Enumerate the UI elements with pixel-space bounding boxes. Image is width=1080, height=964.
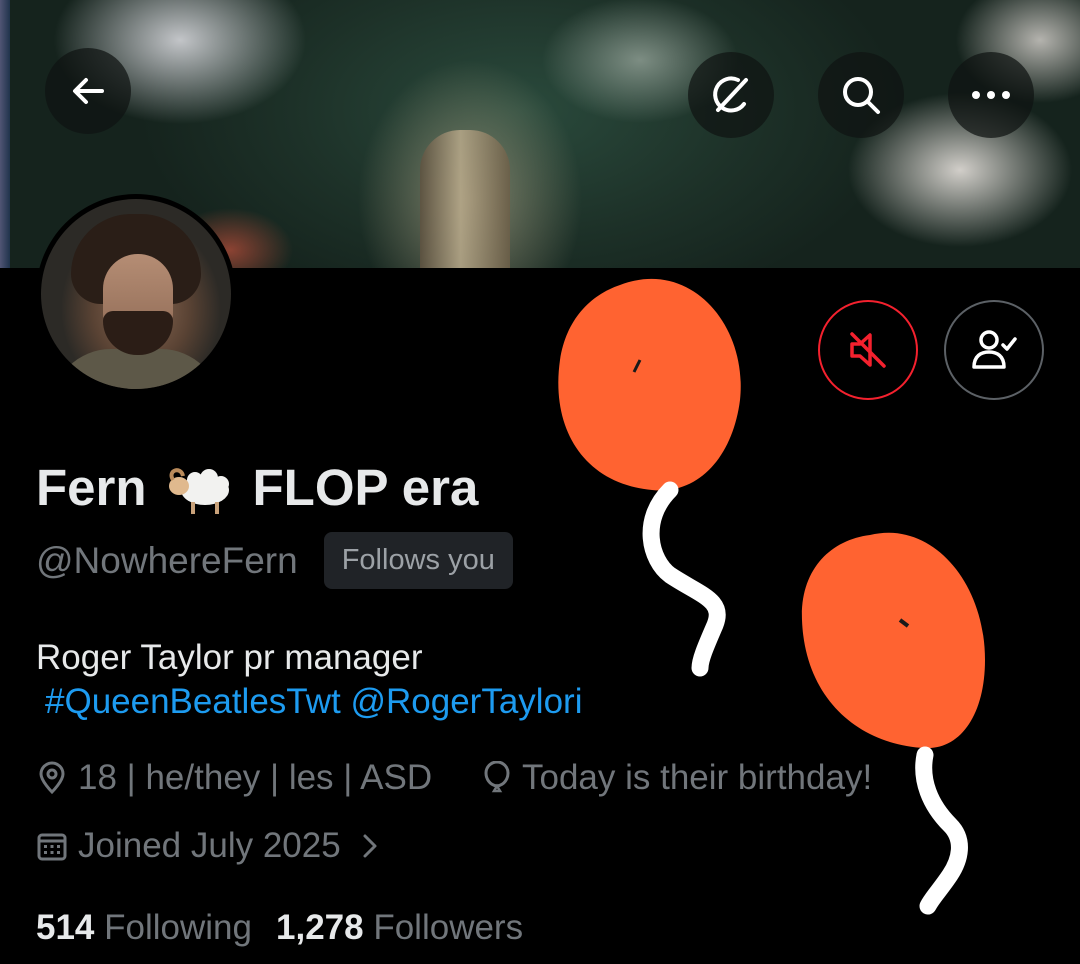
more-button[interactable] (948, 52, 1034, 138)
avatar[interactable] (36, 194, 236, 394)
grok-button[interactable] (688, 52, 774, 138)
joined-text: Joined July 2025 (78, 826, 341, 865)
balloon-icon (484, 761, 510, 793)
more-horizontal-icon (972, 91, 1010, 99)
birthday: Today is their birthday! (482, 758, 872, 798)
follow-stats: 514 Following 1,278 Followers (36, 908, 523, 948)
grok-icon (713, 76, 748, 113)
follows-you-badge: Follows you (323, 532, 513, 589)
joined-date[interactable]: Joined July 2025 (36, 826, 389, 866)
display-name-prefix: Fern (36, 458, 147, 516)
display-name-suffix: FLOP era (252, 458, 479, 516)
followers-count: 1,278 (276, 908, 364, 947)
followers-label: Followers (373, 908, 524, 947)
location-text: 18 | he/they | les | ASD (78, 758, 433, 797)
unmute-button[interactable] (818, 300, 918, 400)
balloon-doodle-2 (801, 532, 985, 915)
muted-speaker-icon (850, 332, 886, 368)
birthday-text: Today is their birthday! (522, 758, 873, 797)
followers-link[interactable]: 1,278 Followers (276, 908, 523, 948)
balloon-doodle-1 (558, 278, 741, 677)
chevron-right-icon (363, 834, 377, 858)
banner-tree-trunk (420, 130, 510, 268)
avatar-photo (41, 199, 231, 389)
ram-emoji-icon (168, 468, 229, 514)
handle: @NowhereFern (36, 539, 298, 581)
bio-mention-link[interactable]: @RogerTaylori (350, 682, 582, 721)
person-check-icon (972, 330, 1017, 369)
bio: Roger Taylor pr manager #QueenBeatlesTwt… (36, 636, 582, 724)
display-name: Fern FLOP era (36, 456, 478, 518)
following-button[interactable] (944, 300, 1044, 400)
following-count: 514 (36, 908, 95, 947)
back-button[interactable] (45, 48, 131, 134)
location: 18 | he/they | les | ASD (36, 758, 432, 798)
following-label: Following (104, 908, 252, 947)
search-icon (843, 77, 880, 114)
location-pin-icon (39, 761, 65, 795)
calendar-icon (37, 833, 67, 861)
handle-row: @NowhereFern Follows you (36, 532, 513, 589)
bio-hashtag-link[interactable]: #QueenBeatlesTwt (45, 682, 341, 721)
arrow-left-icon (73, 78, 104, 104)
bio-text: Roger Taylor pr manager (36, 638, 423, 677)
search-button[interactable] (818, 52, 904, 138)
following-link[interactable]: 514 Following (36, 908, 252, 948)
